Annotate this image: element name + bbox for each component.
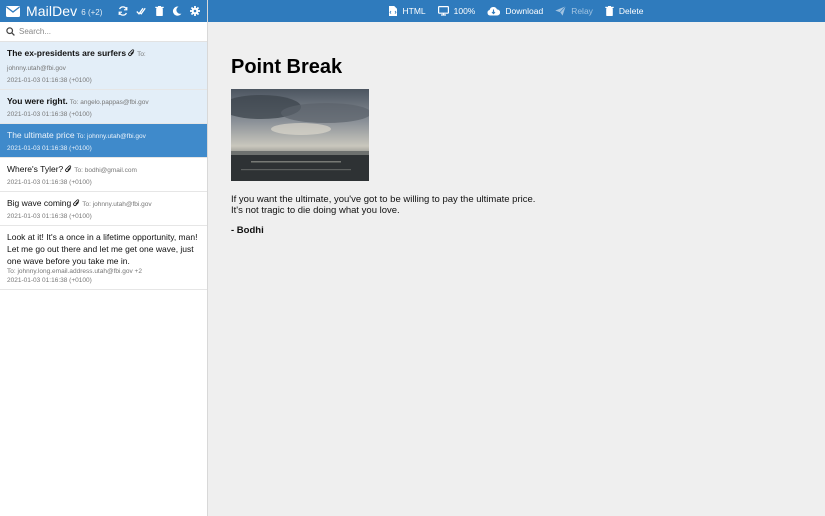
email-summary: The ultimate priceTo: johnny.utah@fbi.go… xyxy=(7,129,201,143)
app-title: MailDev xyxy=(26,3,77,19)
search-icon xyxy=(6,27,15,36)
message-line-1: If you want the ultimate, you've got to … xyxy=(231,194,535,205)
email-summary: Look at it! It's a once in a lifetime op… xyxy=(7,231,201,267)
email-recipient: To: johnny.long.email.address.utah@fbi.g… xyxy=(7,268,201,275)
email-summary: Big wave coming To: johnny.utah@fbi.gov xyxy=(7,197,201,211)
email-subject: The ultimate price xyxy=(7,130,75,140)
delete-button[interactable]: Delete xyxy=(605,6,644,16)
paperclip-icon xyxy=(73,198,80,206)
trash-icon xyxy=(605,6,614,16)
dark-mode-icon[interactable] xyxy=(171,5,183,17)
message-line-2: It's not tragic to die doing what you lo… xyxy=(231,205,535,216)
zoom-button[interactable]: 100% xyxy=(438,6,476,16)
envelope-icon xyxy=(6,6,20,17)
email-recipient: To: bodhi@gmail.com xyxy=(74,167,137,174)
message-body: Point Break If you want the ultimate, yo… xyxy=(231,56,535,236)
email-date: 2021-01-03 01:16:38 (+0100) xyxy=(7,111,201,118)
download-button[interactable]: Download xyxy=(487,6,543,16)
email-subject: Where's Tyler? xyxy=(7,164,63,174)
email-list-item[interactable]: Where's Tyler? To: bodhi@gmail.com 2021-01… xyxy=(0,158,207,192)
email-recipient: To: johnny.utah@fbi.gov xyxy=(77,133,146,140)
email-list-item[interactable]: Big wave coming To: johnny.utah@fbi.gov 20… xyxy=(0,192,207,226)
file-code-icon xyxy=(389,6,397,16)
email-list-item[interactable]: The ex-presidents are surfersTo: johnny.… xyxy=(0,42,207,90)
paperclip-icon xyxy=(65,164,72,172)
download-label: Download xyxy=(505,6,543,16)
cloud-download-icon xyxy=(487,6,500,16)
email-subject: Big wave coming xyxy=(7,198,71,208)
email-list-item[interactable]: Look at it! It's a once in a lifetime op… xyxy=(0,226,207,290)
message-view: Point Break If you want the ultimate, yo… xyxy=(208,22,825,516)
email-list: The ex-presidents are surfers To: johnny.… xyxy=(0,42,207,290)
relay-button[interactable]: Relay xyxy=(555,6,593,16)
email-recipient: To: johnny.utah@fbi.gov xyxy=(82,201,151,208)
html-label: HTML xyxy=(402,6,425,16)
email-subject: Look at it! It's a once in a lifetime op… xyxy=(7,232,197,266)
message-heading: Point Break xyxy=(231,56,535,79)
trash-icon[interactable] xyxy=(153,5,165,17)
delete-label: Delete xyxy=(619,6,644,16)
brand-bar: MailDev 6 (+2) xyxy=(0,0,207,22)
email-recipient: To: angelo.pappas@fbi.gov xyxy=(70,99,149,106)
search-input[interactable] xyxy=(19,27,189,36)
email-date: 2021-01-03 01:16:38 (+0100) xyxy=(7,145,201,152)
zoom-label: 100% xyxy=(454,6,476,16)
email-list-item[interactable]: You were right.To: angelo.pappas@fbi.gov… xyxy=(0,90,207,124)
sidebar-tools xyxy=(117,5,201,17)
email-date: 2021-01-03 01:16:38 (+0100) xyxy=(7,213,201,220)
email-subject: You were right. xyxy=(7,96,68,106)
message-toolbar: HTML 100% Download Relay Delete xyxy=(208,0,825,22)
email-subject: The ex-presidents are surfers xyxy=(7,48,126,58)
sidebar: MailDev 6 (+2) The ex-presidents are sur… xyxy=(0,0,208,516)
monitor-icon xyxy=(438,6,449,16)
email-summary: You were right.To: angelo.pappas@fbi.gov xyxy=(7,95,201,109)
gear-icon[interactable] xyxy=(189,5,201,17)
paper-plane-icon xyxy=(555,6,566,16)
relay-label: Relay xyxy=(571,6,593,16)
refresh-icon[interactable] xyxy=(117,5,129,17)
email-date: 2021-01-03 01:16:38 (+0100) xyxy=(7,77,201,84)
email-list-item[interactable]: The ultimate priceTo: johnny.utah@fbi.go… xyxy=(0,124,207,158)
ocean-photo xyxy=(231,89,369,181)
message-count: 6 (+2) xyxy=(81,8,102,17)
message-signature: - Bodhi xyxy=(231,225,535,236)
email-summary: Where's Tyler? To: bodhi@gmail.com xyxy=(7,163,201,177)
paperclip-icon xyxy=(128,48,135,56)
email-date: 2021-01-03 01:16:38 (+0100) xyxy=(7,179,201,186)
mark-all-read-icon[interactable] xyxy=(135,5,147,17)
search-bar xyxy=(0,22,207,42)
email-summary: The ex-presidents are surfersTo: johnny.… xyxy=(7,47,201,75)
email-date: 2021-01-03 01:16:38 (+0100) xyxy=(7,277,201,284)
html-button[interactable]: HTML xyxy=(389,6,425,16)
